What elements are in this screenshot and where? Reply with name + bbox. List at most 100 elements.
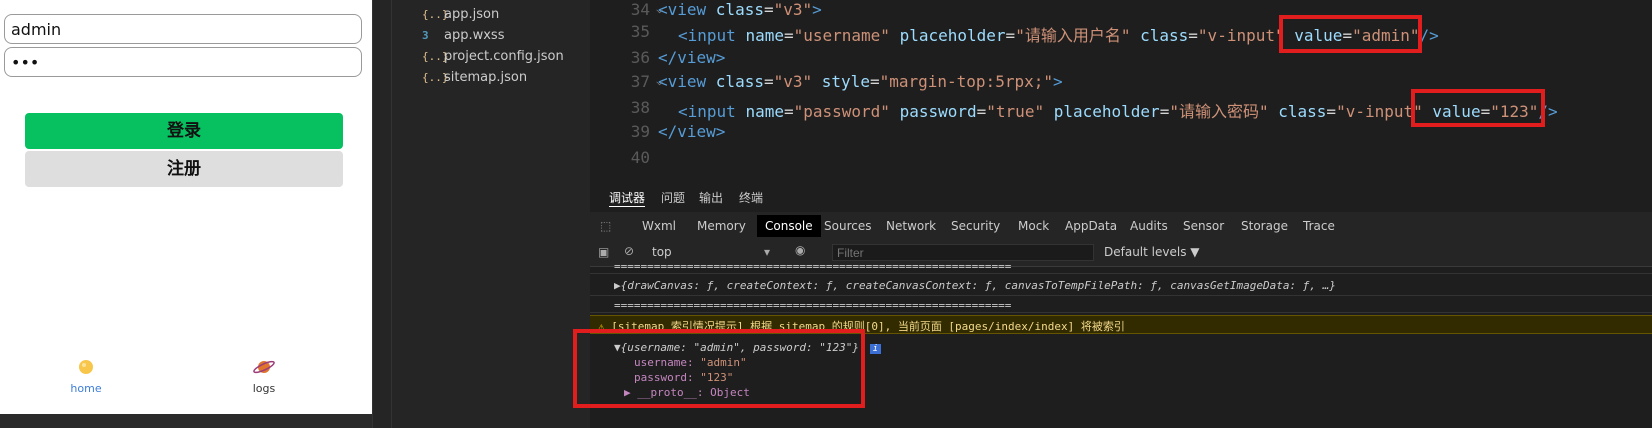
line-number: 40 [630,148,650,167]
code-token: "margin-top:5rpx;" [879,72,1053,91]
console-object-row[interactable]: ▶{drawCanvas: ƒ, createContext: ƒ, creat… [590,276,1652,296]
eye-icon[interactable]: ◉ [795,243,805,257]
json-file-icon: {..} [422,50,449,63]
code-line[interactable]: <view class="v3" style="margin-top:5rpx;… [658,72,1063,91]
code-token: </view> [658,48,726,67]
tab-home-label: home [70,382,102,395]
line-number: 38 [630,98,650,117]
code-token: placeholder [1053,102,1160,121]
tab-problems[interactable]: 问题 [661,189,685,206]
context-selector[interactable]: top [652,245,672,259]
line-number: 36 [630,48,650,67]
inspect-element-icon[interactable]: ⬚ [600,219,611,233]
devtools-panel: 调试器 问题 输出 终端 ⬚ Wxml Memory Console Sourc… [573,180,1652,428]
password-input[interactable] [4,47,362,77]
code-token: = [1159,102,1170,121]
json-file-icon: {..} [422,71,449,84]
tab-trace[interactable]: Trace [1303,219,1335,233]
tab-storage[interactable]: Storage [1241,219,1288,233]
tab-sources[interactable]: Sources [824,219,871,233]
line-number: 39 [630,122,650,141]
code-editor[interactable]: 34 ⌵ <view class="v3"> 35 <input name="usern… [590,0,1652,180]
simulator-bottom-edge [0,414,372,428]
code-token: "v-input" [1336,102,1423,121]
file-item[interactable]: {..}app.json [422,7,499,22]
tab-console[interactable]: Console [757,215,821,237]
code-token: class [1278,102,1327,121]
highlight-box-password-value [1411,89,1545,127]
console-separator: ========================================… [590,297,1652,313]
clear-console-icon[interactable]: ⊘ [624,244,634,258]
code-token: class [715,0,764,19]
devtools-top-tabs: 调试器 问题 输出 终端 [590,180,1652,212]
code-token: "v-input" [1197,26,1285,45]
tab-audits[interactable]: Audits [1130,219,1168,233]
code-line[interactable]: <view class="v3"> [658,0,822,19]
code-token: = [1326,102,1337,121]
highlight-box-username-value [1279,15,1422,53]
code-token: "请输入用户名" [1015,26,1131,45]
code-token: > [1052,72,1063,91]
code-token: </view> [658,122,726,141]
code-token: <input [678,102,746,121]
tab-mock[interactable]: Mock [1018,219,1049,233]
tab-terminal[interactable]: 终端 [739,189,763,206]
line-number: 37 [630,72,650,91]
file-item[interactable]: {..}sitemap.json [422,70,527,85]
code-token: = [763,0,774,19]
username-input[interactable] [4,14,362,44]
tab-output[interactable]: 输出 [699,189,723,206]
home-tab-icon [79,360,93,374]
chevron-down-icon[interactable]: ▾ [764,245,770,259]
file-name: app.wxss [444,28,505,43]
code-line[interactable]: </view> [658,48,725,67]
tab-sensor[interactable]: Sensor [1183,219,1224,233]
file-item[interactable]: {..}project.config.json [422,49,564,64]
tab-wxml[interactable]: Wxml [642,219,676,233]
code-token: <input [678,26,746,45]
code-token: = [783,26,794,45]
code-token: > [812,0,822,19]
code-token: class [1140,26,1189,45]
tab-appdata[interactable]: AppData [1065,219,1117,233]
login-button[interactable]: 登录 [25,113,343,149]
tab-security[interactable]: Security [951,219,1000,233]
panel-divider[interactable] [372,0,392,428]
line-number: 35 [630,22,650,41]
file-name: project.config.json [444,49,564,64]
tab-logs[interactable]: logs [224,358,304,395]
file-item[interactable]: 3 app.wxss [422,28,504,43]
code-token: "true" [986,102,1045,121]
line-number: 34 [630,0,650,19]
code-token: = [976,102,987,121]
code-token: <view [658,72,716,91]
tab-home[interactable]: home [46,358,126,395]
json-file-icon: {..} [422,8,449,21]
register-button[interactable]: 注册 [25,151,343,187]
tab-network[interactable]: Network [886,219,936,233]
code-token: "username" [793,26,890,45]
tab-logs-label: logs [252,382,276,395]
code-token: = [763,72,774,91]
code-token: /> [1419,26,1439,45]
log-levels-dropdown[interactable]: Default levels ▼ [1104,245,1200,259]
css-file-icon: 3 [422,29,429,42]
file-name: sitemap.json [444,70,528,85]
code-token: name [745,26,784,45]
code-token: = [1005,26,1016,45]
code-token: class [715,72,764,91]
sidebar-toggle-icon[interactable]: ▣ [598,245,609,259]
tab-memory[interactable]: Memory [697,219,746,233]
console-separator: ========================================… [590,258,1652,274]
code-token: password [899,102,977,121]
code-token: <view [658,0,716,19]
tab-debugger[interactable]: 调试器 [609,189,646,207]
file-name: app.json [444,7,500,22]
code-token: = [1188,26,1198,45]
code-line[interactable]: </view> [658,122,725,141]
